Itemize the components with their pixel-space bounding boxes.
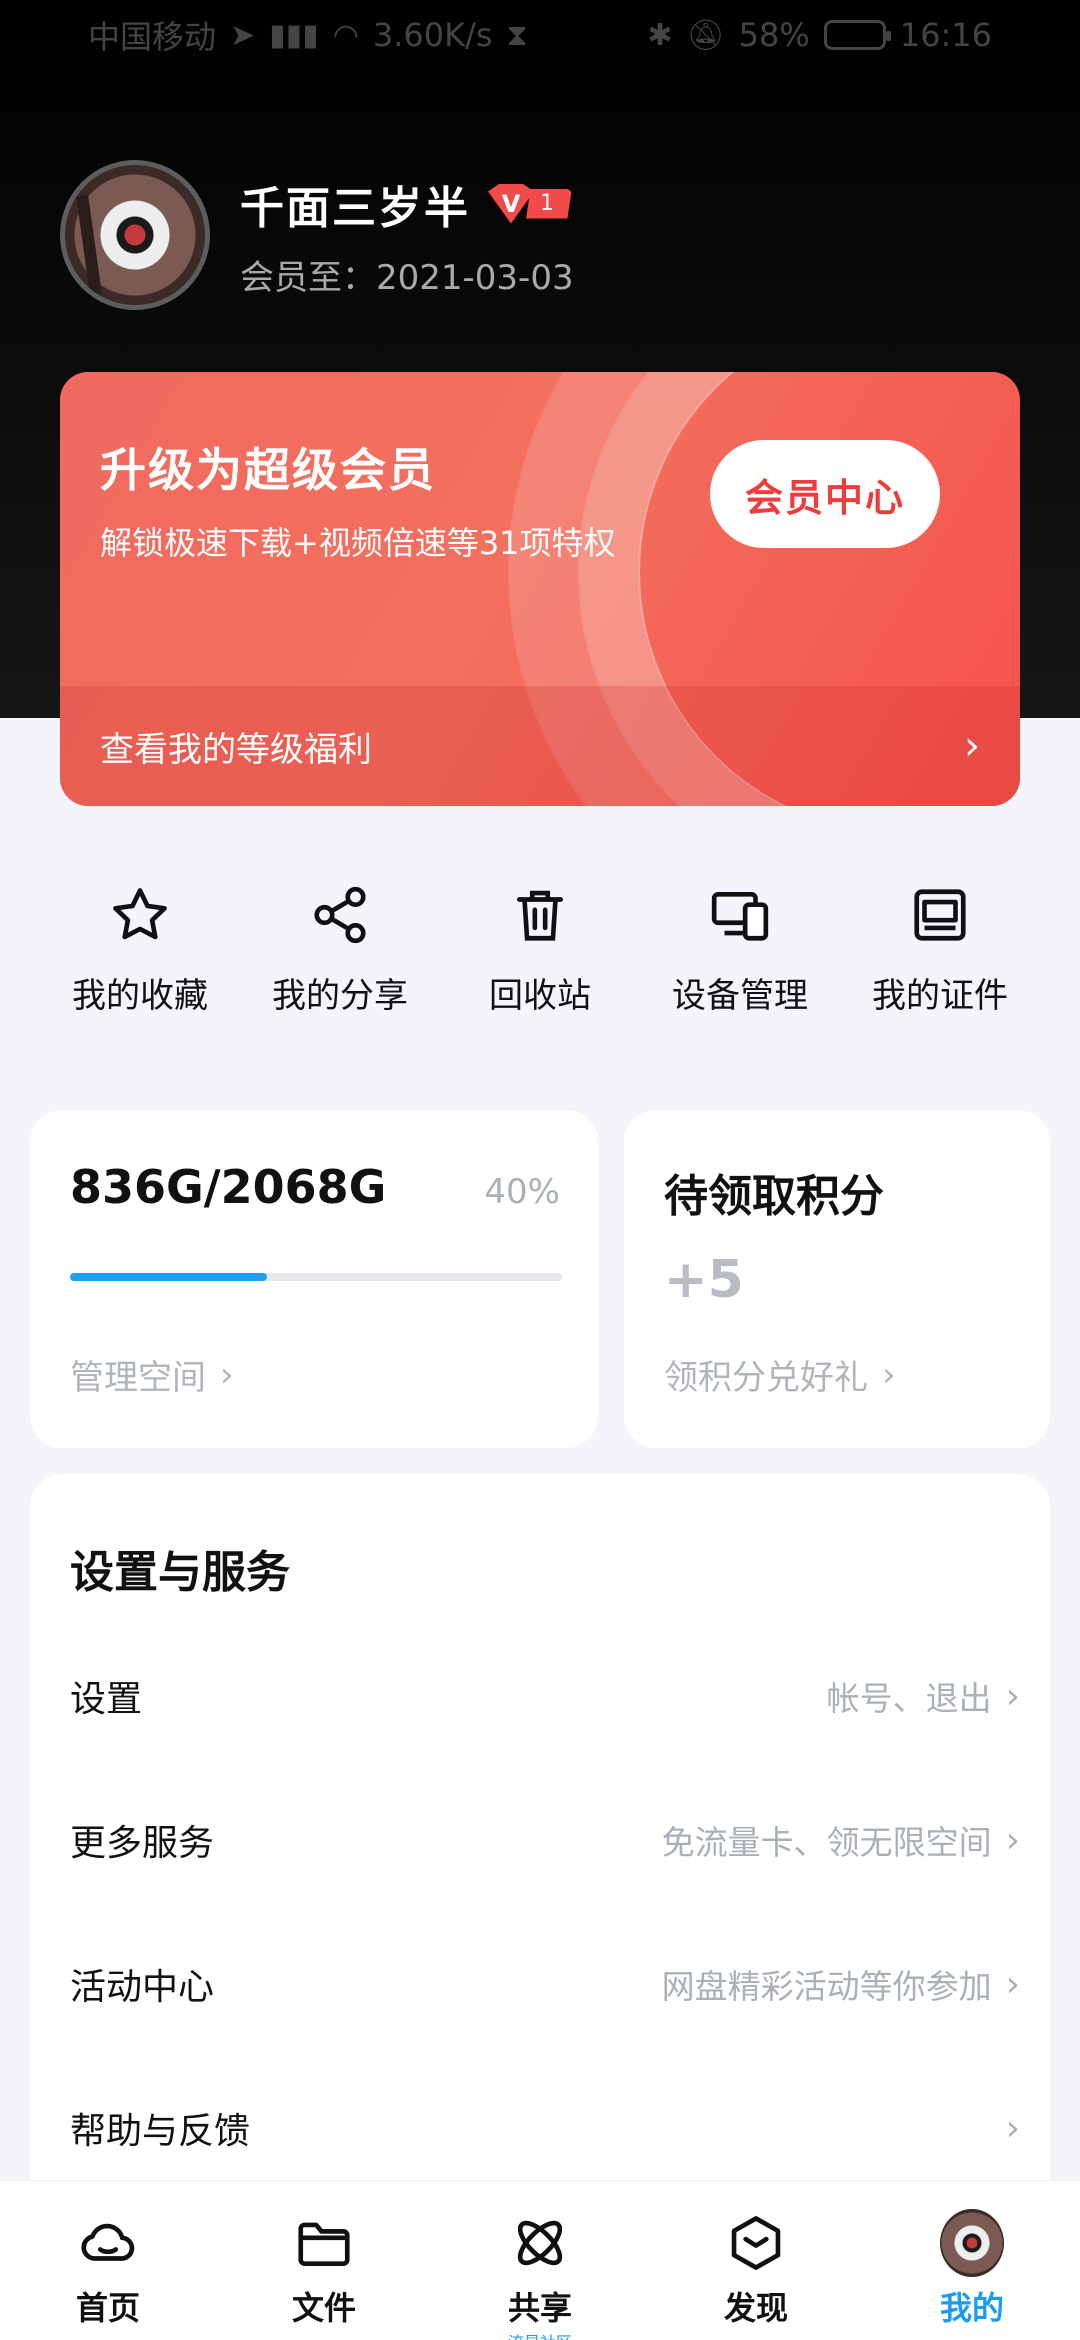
devices-icon [705,880,775,950]
settings-row-help-feedback[interactable]: 帮助与反馈 › [70,2056,1020,2200]
battery-icon [823,20,891,50]
net-speed: 3.60K/s [372,16,493,54]
cloud-icon [76,2211,140,2275]
manage-space-link[interactable]: 管理空间 › [70,1350,234,1399]
vip-level-badge[interactable]: V 1 [488,183,572,224]
bottom-navigation: 首页 文件 共享 流星社区 发现 我的 [0,2180,1080,2340]
trash-icon [505,880,575,950]
chevron-right-icon: › [1005,1963,1020,2005]
avatar[interactable] [60,160,210,310]
row-title: 活动中心 [70,1967,215,2008]
nav-home[interactable]: 首页 [8,2181,208,2329]
nav-files[interactable]: 文件 [224,2181,424,2329]
chevron-right-icon: › [1005,1675,1020,1717]
quick-action-favorites[interactable]: 我的收藏 [40,880,240,1040]
user-name: 千面三岁半 [240,182,470,234]
nav-label: 发现 [723,2289,788,2327]
vip-card-title: 升级为超级会员 [100,443,436,497]
quick-action-label: 我的证件 [872,976,1008,1016]
cube-icon [724,2211,788,2275]
nav-me[interactable]: 我的 [872,2181,1072,2329]
location-arrow-icon: ➤ [230,17,256,53]
nav-label: 文件 [291,2289,356,2327]
settings-row-more-services[interactable]: 更多服务 免流量卡、领无限空间 › [70,1768,1020,1912]
avatar [940,2209,1004,2277]
chevron-right-icon: › [1005,1819,1020,1861]
atom-icon [508,2211,572,2275]
nav-label: 共享 [507,2289,572,2327]
quick-action-share[interactable]: 我的分享 [240,880,440,1040]
points-value: +5 [664,1250,744,1310]
member-expiry: 会员至：2021-03-03 [240,257,574,298]
profile-header[interactable]: 千面三岁半 V 1 会员至：2021-03-03 [60,160,574,310]
storage-amount: 836G/2068G [70,1160,387,1214]
mute-bell-icon: 🔕︎ [686,17,725,53]
chevron-right-icon: › [220,1354,234,1395]
member-center-button[interactable]: 会员中心 [710,440,940,548]
settings-row-settings[interactable]: 设置 帐号、退出 › [70,1624,1020,1768]
level-benefits-link[interactable]: 查看我的等级福利 › [60,686,1020,806]
storage-card[interactable]: 836G/2068G 40% 管理空间 › [30,1110,598,1448]
wifi-icon: ◠ [332,17,359,53]
chevron-right-icon: › [1005,2107,1020,2149]
clock: 16:16 [899,16,992,54]
nav-label: 我的 [939,2289,1004,2327]
quick-action-label: 我的收藏 [72,976,208,1016]
redeem-points-link[interactable]: 领积分兑好礼 › [664,1350,896,1399]
star-icon [105,880,175,950]
settings-section-title: 设置与服务 [70,1547,290,1598]
storage-progress-fill [70,1273,267,1281]
level-benefits-label: 查看我的等级福利 [100,729,372,770]
id-card-icon [905,880,975,950]
status-bar: 中国移动 ➤ ▮▮▮ ◠ 3.60K/s ⧗ ✱ 🔕︎ 58% 16:16 [0,0,1080,70]
carrier-label: 中国移动 [88,18,217,56]
vip-level-number: 1 [526,188,572,219]
vip-upgrade-card[interactable]: 升级为超级会员 解锁极速下载+视频倍速等31项特权 会员中心 查看我的等级福利 … [60,372,1020,806]
chevron-right-icon: › [882,1354,896,1395]
row-title: 设置 [70,1679,143,1720]
quick-action-recycle-bin[interactable]: 回收站 [440,880,640,1040]
storage-progress-bar [70,1273,562,1281]
nav-sublabel: 流星社区 [508,2329,572,2340]
share-icon [305,880,375,950]
quick-action-id-cards[interactable]: 我的证件 [840,880,1040,1040]
row-title: 更多服务 [70,1823,215,1864]
folder-icon [292,2211,356,2275]
quick-actions: 我的收藏 我的分享 回收站 设备管理 我的证件 [40,880,1040,1040]
storage-percent: 40% [484,1172,560,1212]
row-hint: 免流量卡、领无限空间 [661,1823,992,1862]
chevron-right-icon: › [964,723,980,769]
nav-share[interactable]: 共享 流星社区 [440,2181,640,2340]
settings-services-card: 设置与服务 设置 帐号、退出 › 更多服务 免流量卡、领无限空间 › 活动中心 … [30,1474,1050,2234]
hourglass-icon: ⧗ [506,17,528,53]
row-hint: 网盘精彩活动等你参加 [661,1967,992,2006]
settings-list: 设置 帐号、退出 › 更多服务 免流量卡、领无限空间 › 活动中心 网盘精彩活动… [70,1624,1020,2200]
quick-action-devices[interactable]: 设备管理 [640,880,840,1040]
row-hint: 帐号、退出 [826,1679,992,1718]
quick-action-label: 回收站 [489,976,591,1016]
row-title: 帮助与反馈 [70,2111,251,2152]
quick-action-label: 设备管理 [672,976,808,1016]
bluetooth-icon: ✱ [647,17,673,53]
points-card[interactable]: 待领取积分 +5 领积分兑好礼 › [624,1110,1050,1448]
redeem-points-label: 领积分兑好礼 [664,1358,868,1398]
quick-action-label: 我的分享 [272,976,408,1016]
points-title: 待领取积分 [664,1171,884,1222]
nav-discover[interactable]: 发现 [656,2181,856,2329]
signal-icon: ▮▮▮ [269,17,319,53]
settings-row-activity-center[interactable]: 活动中心 网盘精彩活动等你参加 › [70,1912,1020,2056]
nav-label: 首页 [75,2289,140,2327]
profile-info: 千面三岁半 V 1 会员至：2021-03-03 [240,172,574,299]
battery-percent: 58% [738,16,810,54]
manage-space-label: 管理空间 [70,1358,206,1398]
vip-card-subtitle: 解锁极速下载+视频倍速等31项特权 [100,524,616,562]
